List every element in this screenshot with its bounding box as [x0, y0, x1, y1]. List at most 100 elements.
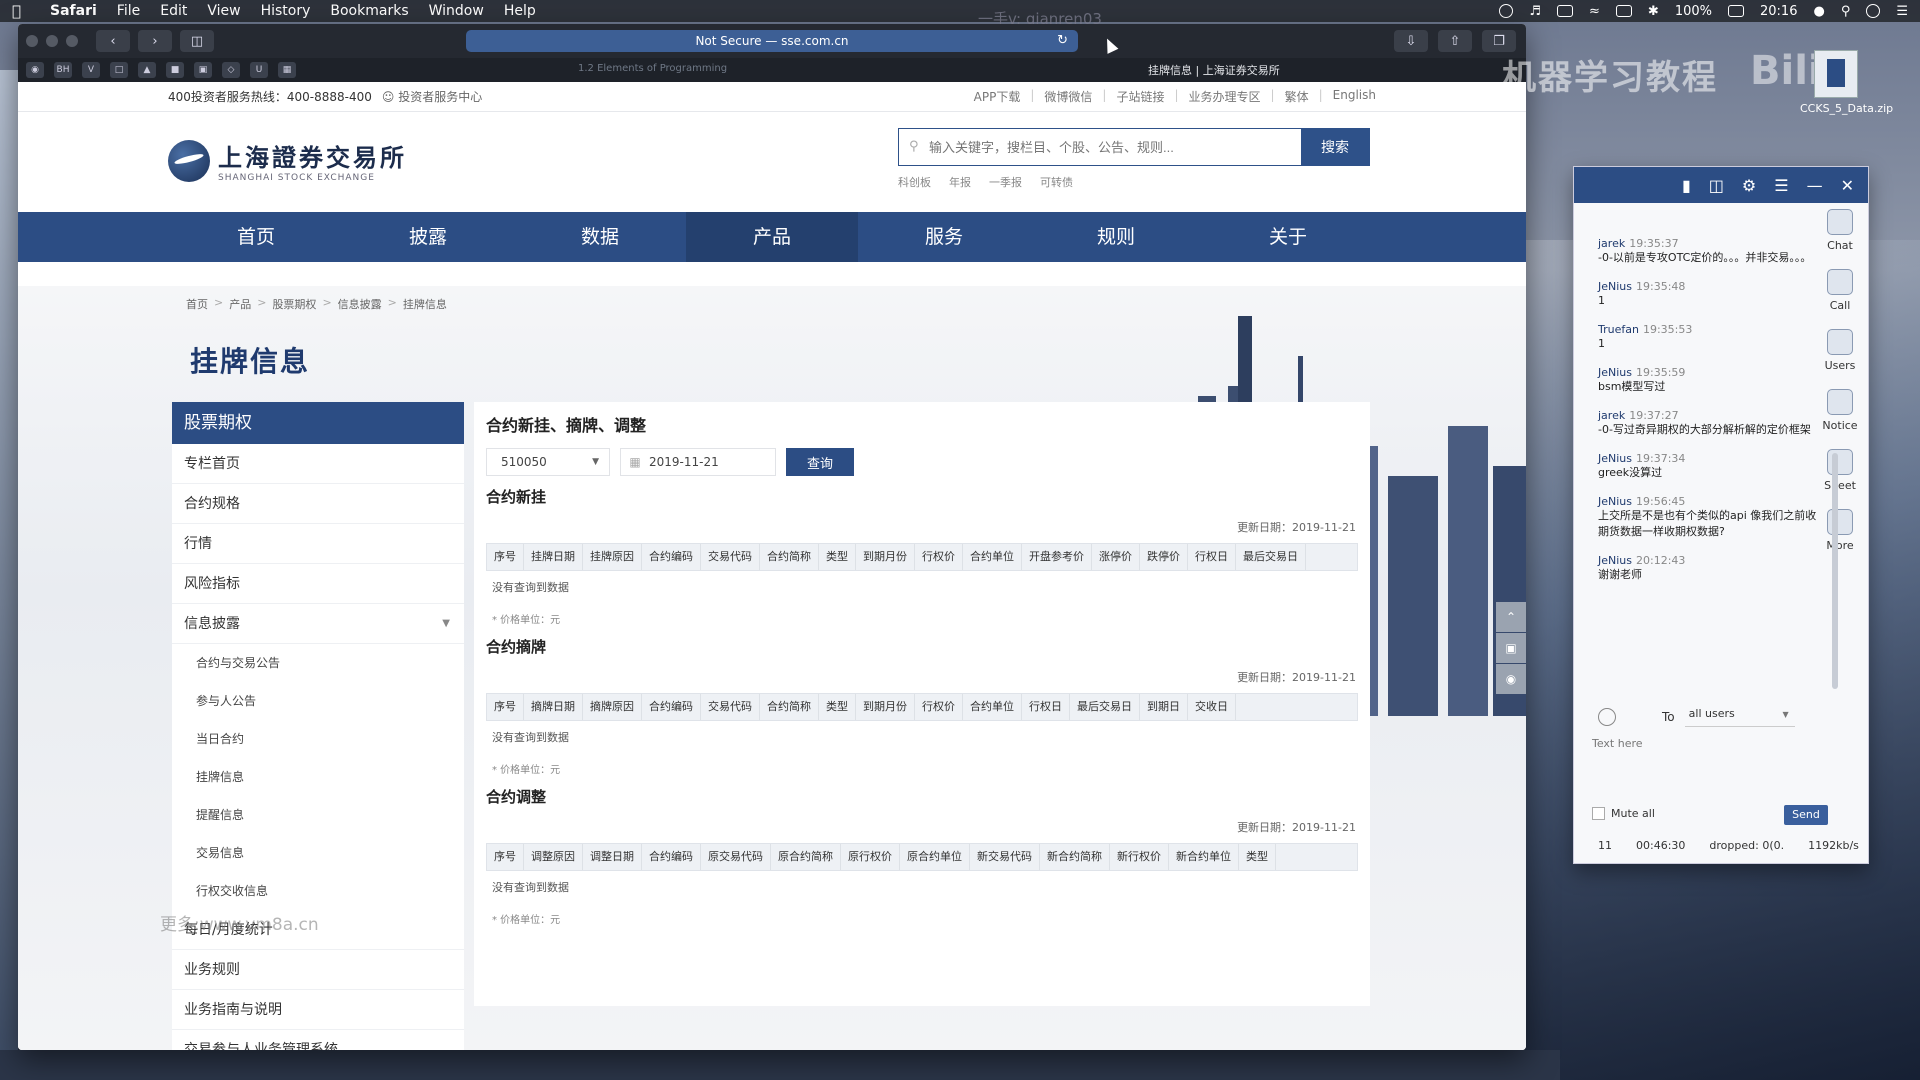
bookmark-icon[interactable]: V	[82, 62, 100, 78]
table-column-header[interactable]: 序号	[487, 694, 524, 720]
date-picker[interactable]: ▦ 2019-11-21	[620, 448, 776, 476]
query-button[interactable]: 查询	[786, 448, 854, 476]
sse-logo[interactable]: 上海證券交易所 SHANGHAI STOCK EXCHANGE	[168, 138, 407, 183]
wifi-icon[interactable]: ≈	[1589, 4, 1600, 19]
sidebar-item-system[interactable]: 交易参与人业务管理系统	[172, 1030, 464, 1050]
sidebar-sub-item[interactable]: 合约与交易公告	[172, 644, 464, 682]
nav-data[interactable]: 数据	[514, 212, 686, 262]
send-button[interactable]: Send	[1784, 805, 1828, 825]
sidebar-item-column-home[interactable]: 专栏首页	[172, 444, 464, 484]
table-column-header[interactable]: 合约简称	[760, 544, 819, 570]
table-column-header[interactable]: 合约单位	[963, 694, 1022, 720]
substation-link[interactable]: 子站链接	[1116, 88, 1164, 105]
sidebar-item-guide[interactable]: 业务指南与说明	[172, 990, 464, 1030]
table-column-header[interactable]: 合约简称	[760, 694, 819, 720]
spotlight-icon[interactable]: ⚲	[1841, 4, 1851, 19]
gear-icon[interactable]: ⚙	[1742, 176, 1756, 195]
bookmark-icon[interactable]: □	[110, 62, 128, 78]
table-column-header[interactable]: 最后交易日	[1236, 544, 1306, 570]
search-button[interactable]: 搜索	[1301, 129, 1369, 165]
share-button[interactable]: ⇧	[1438, 30, 1472, 52]
tab-title-left[interactable]: 1.2 Elements of Programming	[578, 63, 727, 74]
table-column-header[interactable]: 序号	[487, 544, 524, 570]
menu-file[interactable]: File	[117, 3, 140, 19]
traditional-link[interactable]: 繁体	[1285, 88, 1309, 105]
table-column-header[interactable]: 行权日	[1188, 544, 1236, 570]
table-column-header[interactable]: 原行权价	[841, 844, 900, 870]
menu-icon[interactable]: ☰	[1774, 176, 1788, 195]
sidebar-sub-item[interactable]: 交易信息	[172, 834, 464, 872]
investor-center-link[interactable]: ☺ 投资者服务中心	[382, 88, 482, 105]
table-column-header[interactable]: 原交易代码	[701, 844, 771, 870]
bluetooth-icon[interactable]: ✱	[1648, 4, 1659, 19]
english-link[interactable]: English	[1333, 88, 1376, 105]
table-column-header[interactable]: 调整日期	[583, 844, 642, 870]
search-input[interactable]	[899, 129, 1301, 165]
nav-rules[interactable]: 规则	[1030, 212, 1202, 262]
sidebar-sub-item[interactable]: 参与人公告	[172, 682, 464, 720]
sidebar-item-risk[interactable]: 风险指标	[172, 564, 464, 604]
hot-word[interactable]: 科创板	[898, 174, 931, 190]
bookmark-icon[interactable]: ◇	[222, 62, 240, 78]
feedback-button[interactable]: ▣	[1496, 633, 1526, 663]
table-column-header[interactable]: 行权日	[1022, 694, 1070, 720]
layout-icon[interactable]: ◫	[1709, 176, 1724, 195]
menu-bookmarks[interactable]: Bookmarks	[330, 3, 408, 19]
table-column-header[interactable]: 类型	[1239, 844, 1276, 870]
sidebar-item-rules[interactable]: 业务规则	[172, 950, 464, 990]
table-column-header[interactable]: 调整原因	[524, 844, 583, 870]
nav-home[interactable]: 首页	[170, 212, 342, 262]
notification-center-icon[interactable]: ☰	[1896, 4, 1908, 19]
table-column-header[interactable]: 原合约单位	[900, 844, 970, 870]
breadcrumb-item[interactable]: 首页	[186, 296, 208, 312]
sidebar-sub-item[interactable]: 当日合约	[172, 720, 464, 758]
table-column-header[interactable]: 合约编码	[642, 694, 701, 720]
sidebar-sub-item[interactable]: 提醒信息	[172, 796, 464, 834]
clock[interactable]: 20:16	[1760, 4, 1797, 19]
sidebar-header[interactable]: 股票期权	[172, 402, 464, 444]
bookmark-icon[interactable]: ◉	[26, 62, 44, 78]
sidebar-item-quotes[interactable]: 行情	[172, 524, 464, 564]
table-column-header[interactable]: 挂牌原因	[583, 544, 642, 570]
chat-scrollbar[interactable]	[1832, 453, 1838, 689]
table-column-header[interactable]: 涨停价	[1092, 544, 1140, 570]
table-column-header[interactable]: 新合约单位	[1169, 844, 1239, 870]
user-icon[interactable]: ●	[1813, 4, 1824, 19]
table-column-header[interactable]: 合约编码	[642, 844, 701, 870]
breadcrumb-item[interactable]: 股票期权	[272, 296, 316, 312]
bookmark-icon[interactable]: U	[250, 62, 268, 78]
table-column-header[interactable]: 新合约简称	[1040, 844, 1110, 870]
nav-products[interactable]: 产品	[686, 212, 858, 262]
battery-icon[interactable]	[1728, 5, 1744, 17]
downloads-button[interactable]: ⇩	[1394, 30, 1428, 52]
table-column-header[interactable]: 最后交易日	[1070, 694, 1140, 720]
emoji-icon[interactable]	[1598, 708, 1616, 726]
battery-percent[interactable]: 100%	[1675, 4, 1712, 19]
table-column-header[interactable]: 合约单位	[963, 544, 1022, 570]
hot-word[interactable]: 年报	[949, 174, 971, 190]
table-column-header[interactable]: 到期月份	[856, 544, 915, 570]
zoom-window-button[interactable]	[66, 35, 78, 47]
table-column-header[interactable]: 序号	[487, 844, 524, 870]
table-column-header[interactable]: 原合约简称	[771, 844, 841, 870]
wechat-button[interactable]: ◉	[1496, 664, 1526, 694]
table-column-header[interactable]: 摘牌日期	[524, 694, 583, 720]
table-column-header[interactable]: 交易代码	[701, 544, 760, 570]
breadcrumb-item[interactable]: 产品	[229, 296, 251, 312]
nav-about[interactable]: 关于	[1202, 212, 1374, 262]
menu-window[interactable]: Window	[429, 3, 484, 19]
address-bar[interactable]: Not Secure — sse.com.cn ↻	[466, 30, 1078, 52]
sidebar-toggle-button[interactable]: ◫	[180, 30, 214, 52]
bookmark-icon[interactable]: ▣	[194, 62, 212, 78]
nav-disclosure[interactable]: 披露	[342, 212, 514, 262]
message-input[interactable]: Text here	[1592, 737, 1643, 750]
menu-app-name[interactable]: Safari	[50, 3, 97, 19]
table-column-header[interactable]: 合约编码	[642, 544, 701, 570]
breadcrumb-item[interactable]: 信息披露	[338, 296, 382, 312]
desktop-file[interactable]: CCKS_5_Data.zip	[1800, 50, 1893, 115]
table-column-header[interactable]: 新交易代码	[970, 844, 1040, 870]
table-column-header[interactable]: 摘牌原因	[583, 694, 642, 720]
recipient-select[interactable]: all users ▼	[1684, 707, 1795, 727]
menu-edit[interactable]: Edit	[160, 3, 187, 19]
menu-view[interactable]: View	[207, 3, 240, 19]
